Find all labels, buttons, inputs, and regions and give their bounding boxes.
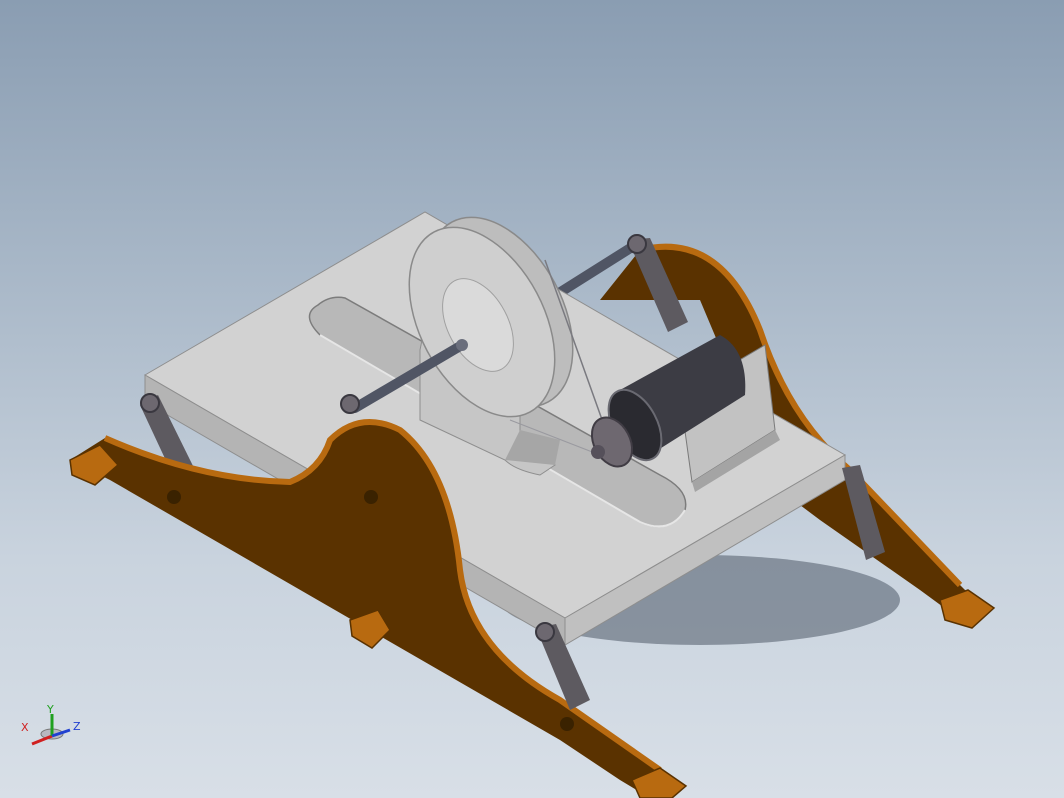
x-axis-arrow — [31, 734, 53, 746]
frame-hole — [560, 717, 574, 731]
cad-viewport[interactable]: X Y Z — [0, 0, 1064, 798]
x-axis-label: X — [21, 721, 29, 734]
y-axis-label: Y — [46, 704, 54, 716]
frame-hole — [167, 490, 181, 504]
orientation-triad[interactable]: X Y Z — [18, 704, 88, 756]
frame-hole — [364, 490, 378, 504]
shaft-end-link[interactable] — [340, 394, 360, 414]
z-axis-label: Z — [73, 720, 81, 733]
model-view[interactable] — [0, 0, 1064, 798]
